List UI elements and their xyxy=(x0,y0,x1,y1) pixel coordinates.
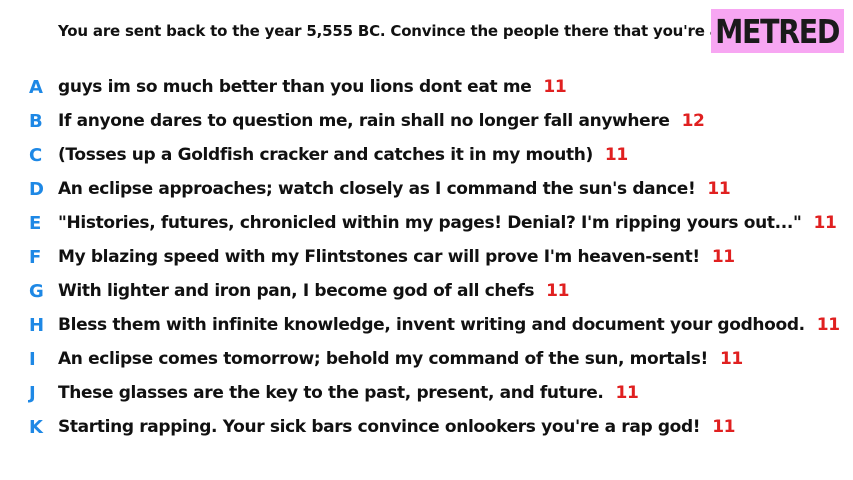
answer-score: 11 xyxy=(546,281,570,301)
answer-score: 12 xyxy=(681,111,705,131)
answer-row-i: I An eclipse comes tomorrow; behold my c… xyxy=(0,342,853,376)
answer-score: 11 xyxy=(604,145,628,165)
answer-score: 11 xyxy=(719,349,743,369)
answer-row-g: G With lighter and iron pan, I become go… xyxy=(0,274,853,308)
answer-text: An eclipse approaches; watch closely as … xyxy=(58,179,696,199)
answer-score: 11 xyxy=(543,77,567,97)
answer-letter: D xyxy=(29,178,44,200)
answer-letter: J xyxy=(29,382,36,404)
answer-letter: C xyxy=(29,144,43,166)
answer-row-j: J These glasses are the key to the past,… xyxy=(0,376,853,410)
answer-letter: I xyxy=(29,348,36,370)
answer-text: These glasses are the key to the past, p… xyxy=(58,383,604,403)
answer-score: 11 xyxy=(813,213,837,233)
answer-letter: A xyxy=(29,76,43,98)
answer-letter: E xyxy=(29,212,42,234)
answer-text: If anyone dares to question me, rain sha… xyxy=(58,111,670,131)
answer-text: My blazing speed with my Flintstones car… xyxy=(58,247,700,267)
answer-letter: K xyxy=(29,416,43,438)
answer-score: 11 xyxy=(712,417,736,437)
answer-letter: F xyxy=(29,246,42,268)
answer-score: 11 xyxy=(615,383,639,403)
answer-letter: H xyxy=(29,314,45,336)
answer-score: 11 xyxy=(707,179,731,199)
answer-text: Starting rapping. Your sick bars convinc… xyxy=(58,417,701,437)
answer-text: "Histories, futures, chronicled within m… xyxy=(58,213,802,233)
answer-row-e: E "Histories, futures, chronicled within… xyxy=(0,206,853,240)
answer-row-a: A guys im so much better than you lions … xyxy=(0,70,853,104)
answer-score: 11 xyxy=(816,315,840,335)
answer-text: guys im so much better than you lions do… xyxy=(58,77,532,97)
answer-row-f: F My blazing speed with my Flintstones c… xyxy=(0,240,853,274)
answer-row-k: K Starting rapping. Your sick bars convi… xyxy=(0,410,853,444)
metred-logo: METRED xyxy=(711,9,844,53)
answer-text: Bless them with infinite knowledge, inve… xyxy=(58,315,805,335)
answer-row-h: H Bless them with infinite knowledge, in… xyxy=(0,308,853,342)
prompt-text: You are sent back to the year 5,555 BC. … xyxy=(58,22,762,40)
answer-row-d: D An eclipse approaches; watch closely a… xyxy=(0,172,853,206)
logo-text: METRED xyxy=(715,11,840,51)
answer-text: (Tosses up a Goldfish cracker and catche… xyxy=(58,145,593,165)
answer-score: 11 xyxy=(711,247,735,267)
answer-letter: G xyxy=(29,280,44,302)
answer-text: An eclipse comes tomorrow; behold my com… xyxy=(58,349,708,369)
answer-text: With lighter and iron pan, I become god … xyxy=(58,281,535,301)
answer-row-c: C (Tosses up a Goldfish cracker and catc… xyxy=(0,138,853,172)
answer-letter: B xyxy=(29,110,43,132)
answer-row-b: B If anyone dares to question me, rain s… xyxy=(0,104,853,138)
